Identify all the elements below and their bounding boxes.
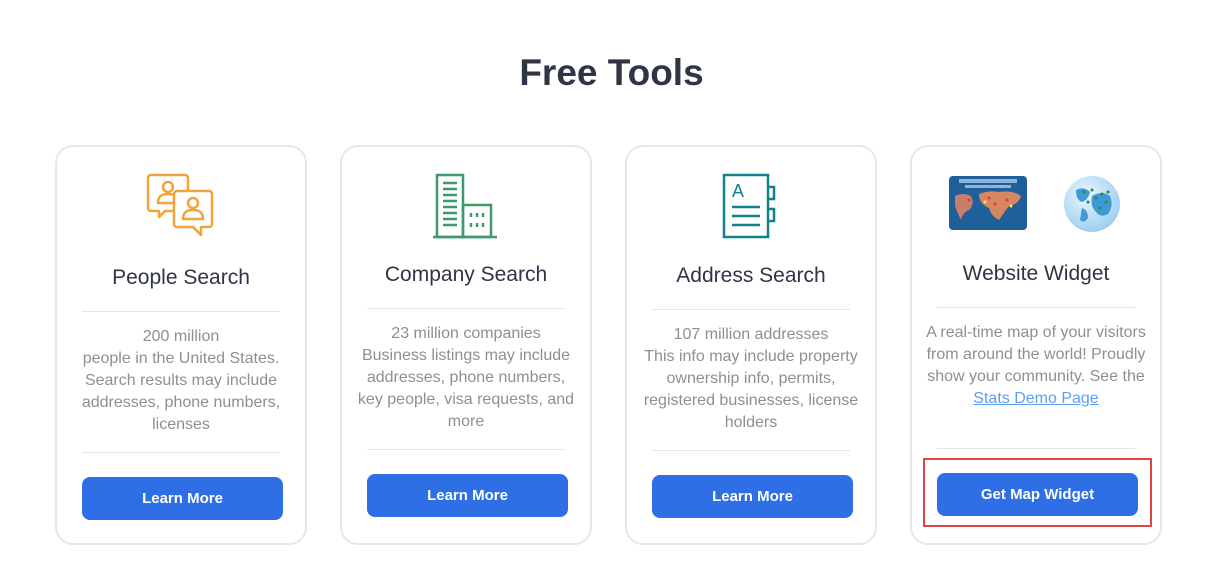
company-search-card: Company Search 23 million companies Busi… (340, 145, 592, 545)
card-description: A real-time map of your visitors from ar… (926, 322, 1146, 410)
card-description: 23 million companies Business listings m… (356, 323, 576, 433)
card-description: 107 million addresses This info may incl… (641, 324, 861, 434)
description-line: people in the United States. Search resu… (81, 350, 281, 433)
world-map-image (949, 176, 1027, 230)
card-title: Website Widget (962, 262, 1110, 285)
learn-more-button[interactable]: Learn More (367, 474, 568, 517)
description-line: 200 million (142, 328, 220, 345)
office-building-icon (433, 173, 497, 239)
divider (367, 308, 565, 309)
learn-more-button[interactable]: Learn More (652, 475, 853, 518)
card-title: Address Search (676, 264, 826, 287)
divider (652, 309, 850, 310)
people-chat-icon (146, 173, 214, 237)
card-description: 200 million people in the United States.… (71, 326, 291, 436)
description-line: This info may include property ownership… (643, 348, 859, 431)
divider (82, 452, 280, 453)
people-search-card: People Search 200 million people in the … (55, 145, 307, 545)
description-text: A real-time map of your visitors from ar… (926, 322, 1146, 410)
divider (652, 450, 850, 451)
description-line: 107 million addresses (673, 326, 829, 343)
globe-image (1064, 176, 1120, 232)
card-title: People Search (112, 266, 250, 289)
divider (937, 307, 1135, 308)
card-title: Company Search (384, 263, 548, 286)
stats-demo-page-link[interactable]: Stats Demo Page (973, 390, 1098, 407)
description-line: 23 million companies (391, 325, 541, 342)
description-line: Business listings may include addresses,… (357, 347, 575, 430)
svg-text:A: A (732, 181, 744, 201)
divider (937, 448, 1135, 449)
divider (82, 311, 280, 312)
address-document-icon: A (722, 173, 776, 239)
page-title: Free Tools (519, 52, 704, 93)
highlight-box (923, 458, 1152, 527)
learn-more-button[interactable]: Learn More (82, 477, 283, 520)
divider (367, 449, 565, 450)
description-line: A real-time map of your visitors from ar… (926, 324, 1146, 385)
address-search-card: A Address Search 107 million addresses T… (625, 145, 877, 545)
